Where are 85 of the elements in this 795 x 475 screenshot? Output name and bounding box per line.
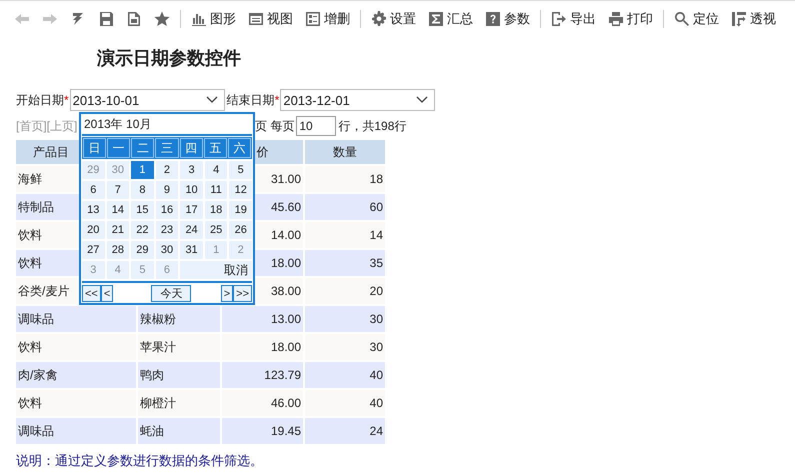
caret-icon xyxy=(416,96,428,104)
calendar-day[interactable]: 2 xyxy=(156,161,178,179)
calendar-day[interactable]: 28 xyxy=(106,241,130,259)
cancel-button[interactable]: 取消 xyxy=(180,261,252,279)
export-icon xyxy=(551,11,567,27)
calendar-day[interactable]: 11 xyxy=(204,181,228,199)
note-text: 说明：通过定义参数进行数据的条件筛选。 xyxy=(16,452,264,470)
weekday-header: 六 xyxy=(228,138,251,158)
print-icon xyxy=(608,11,624,27)
view-icon xyxy=(248,11,264,27)
star-icon xyxy=(154,11,170,27)
next-year-button[interactable]: >> xyxy=(233,285,252,302)
caret-icon xyxy=(206,96,218,104)
calendar-day[interactable]: 30 xyxy=(156,241,178,259)
table-cell: 调味品 xyxy=(16,418,138,446)
prev-month-button[interactable]: < xyxy=(100,285,114,302)
calendar-day[interactable]: 29 xyxy=(131,241,154,259)
table-cell: 蚝油 xyxy=(138,418,222,446)
calendar-day[interactable]: 24 xyxy=(180,221,203,239)
help-icon xyxy=(485,11,501,27)
calendar-day[interactable]: 15 xyxy=(131,201,154,219)
prev-year-button[interactable]: << xyxy=(82,285,101,302)
today-button[interactable]: 今天 xyxy=(151,285,192,302)
weekday-header: 三 xyxy=(155,138,179,158)
next-month-button[interactable]: > xyxy=(220,285,234,302)
table-cell: 24 xyxy=(305,418,387,446)
gear-icon xyxy=(371,11,387,27)
calendar-day[interactable]: 17 xyxy=(180,201,203,219)
weekday-header: 四 xyxy=(180,138,203,158)
weekday-header: 一 xyxy=(107,138,130,158)
sigma-icon xyxy=(428,11,444,27)
calendar-day[interactable]: 8 xyxy=(131,181,154,199)
edit-tool[interactable]: 增删 xyxy=(299,6,356,32)
gear-tool[interactable]: 设置 xyxy=(365,6,422,32)
param-label: 结束日期 xyxy=(226,92,275,108)
weekday-header: 日 xyxy=(83,138,106,158)
date-combo[interactable]: 2013-10-01 xyxy=(70,89,225,111)
help-tool[interactable]: 参数 xyxy=(479,6,536,32)
pivot-tool[interactable]: 透视 xyxy=(725,6,782,32)
calendar-day[interactable]: 1 xyxy=(131,161,154,179)
chart-icon xyxy=(191,11,207,27)
calendar-day[interactable]: 22 xyxy=(131,221,154,239)
forward-icon xyxy=(42,11,58,27)
weekday-header: 二 xyxy=(131,138,154,158)
calendar-day[interactable]: 3 xyxy=(180,161,203,179)
edit-icon xyxy=(305,11,321,27)
pivot-icon xyxy=(731,11,747,27)
calendar-day[interactable]: 9 xyxy=(156,181,178,199)
weekday-header: 五 xyxy=(204,138,227,158)
calendar-day[interactable]: 16 xyxy=(156,201,178,219)
table-cell: 19.45 xyxy=(222,418,305,446)
calendar-day[interactable]: 13 xyxy=(82,201,105,219)
per-page-field[interactable]: 10 xyxy=(296,116,336,136)
export-tool[interactable]: 导出 xyxy=(545,6,602,32)
calendar-day[interactable]: 19 xyxy=(229,201,252,219)
calendar-day[interactable]: 5 xyxy=(229,161,252,179)
chart-tool[interactable]: 图形 xyxy=(185,6,242,32)
required-mark: * xyxy=(64,93,69,107)
calendar-day[interactable]: 7 xyxy=(106,181,130,199)
print-tool[interactable]: 打印 xyxy=(602,6,659,32)
search-icon xyxy=(674,11,690,27)
calendar-day[interactable]: 23 xyxy=(156,221,178,239)
calendar-day[interactable]: 18 xyxy=(204,201,228,219)
calendar-day[interactable]: 21 xyxy=(106,221,130,239)
calendar-day[interactable]: 27 xyxy=(82,241,105,259)
calendar-day[interactable]: 26 xyxy=(229,221,252,239)
sigma-tool[interactable]: 汇总 xyxy=(422,6,479,32)
calendar-day[interactable]: 14 xyxy=(106,201,130,219)
calendar-day[interactable]: 31 xyxy=(180,241,203,259)
calendar-day[interactable]: 4 xyxy=(204,161,228,179)
view-tool[interactable]: 视图 xyxy=(242,6,299,32)
date-combo[interactable]: 2013-12-01 xyxy=(280,89,436,111)
back-icon xyxy=(14,11,30,27)
required-mark: * xyxy=(274,93,280,107)
param-label: 开始日期 xyxy=(16,92,64,108)
calendar-day[interactable]: 6 xyxy=(82,181,105,199)
save-icon xyxy=(98,11,114,27)
pager-text: 页 每页 xyxy=(255,118,294,134)
calendar-day[interactable]: 12 xyxy=(229,181,252,199)
calendar-day[interactable]: 25 xyxy=(204,221,228,239)
calendar-day[interactable]: 10 xyxy=(180,181,203,199)
search-tool[interactable]: 定位 xyxy=(668,6,725,32)
total-rows-text: 行，共198行 xyxy=(338,118,406,134)
report-title: 演示日期参数控件 xyxy=(97,47,242,70)
calendar-day[interactable]: 20 xyxy=(82,221,105,239)
